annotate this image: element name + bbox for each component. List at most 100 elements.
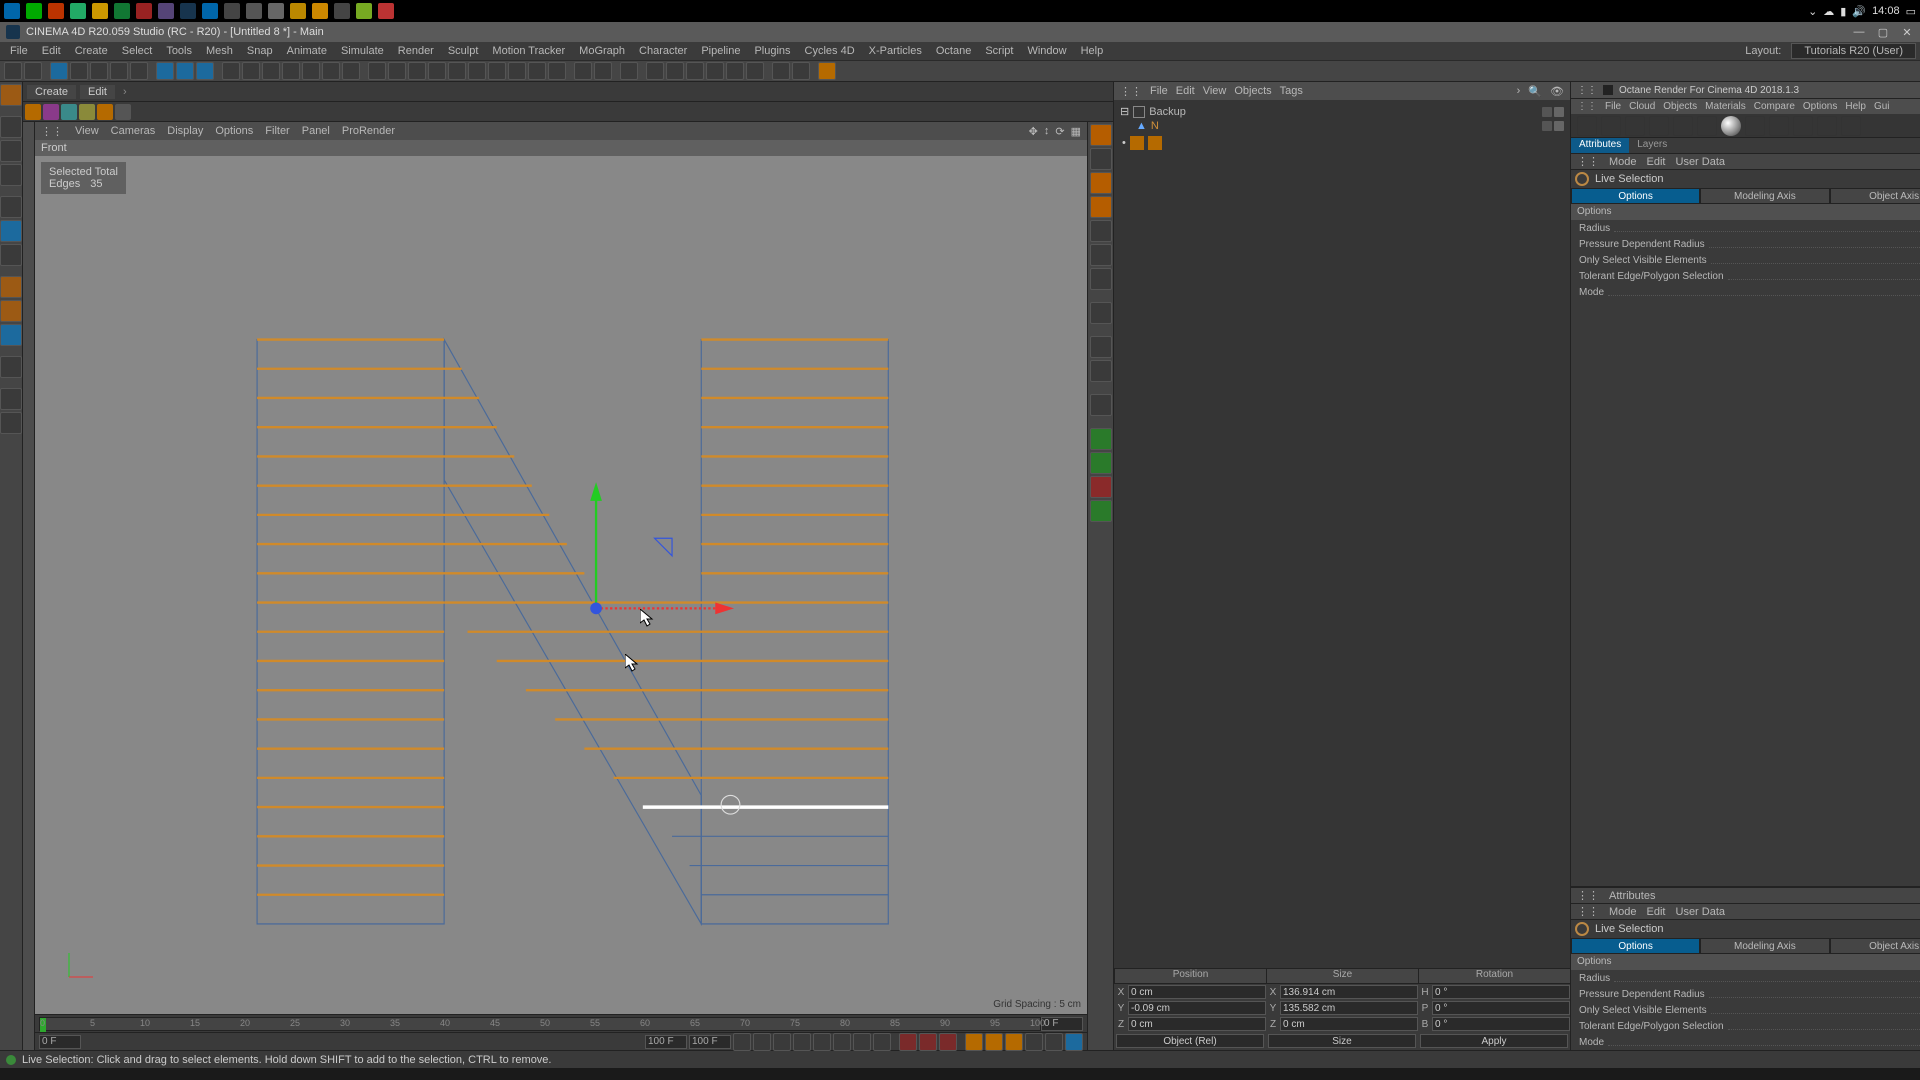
oc-focus-button[interactable] xyxy=(1769,116,1789,136)
toolbar-arrow-icon[interactable]: › xyxy=(119,86,131,98)
subtab2-modeling-axis[interactable]: Modeling Axis xyxy=(1700,938,1829,954)
tool-btn[interactable] xyxy=(0,412,22,434)
last-tool[interactable] xyxy=(130,62,148,80)
timeline[interactable]: 0 5 10 15 20 25 30 35 40 45 50 55 60 65 xyxy=(35,1014,1087,1032)
menu-select[interactable]: Select xyxy=(116,44,159,58)
next-key-button[interactable] xyxy=(853,1033,871,1051)
menu-xparticles[interactable]: X-Particles xyxy=(863,44,928,58)
palette-swatch[interactable] xyxy=(115,104,131,120)
oc-file[interactable]: File xyxy=(1605,101,1621,112)
prev-key-button[interactable] xyxy=(753,1033,771,1051)
taskbar-app-icon[interactable] xyxy=(136,3,152,19)
tool-btn[interactable] xyxy=(646,62,664,80)
taskbar-app-icon[interactable] xyxy=(290,3,306,19)
key-pla-button[interactable] xyxy=(1045,1033,1063,1051)
axis-z-button[interactable] xyxy=(196,62,214,80)
tool-btn[interactable] xyxy=(706,62,724,80)
vm-panel[interactable]: Panel xyxy=(302,125,330,137)
nav-dolly-icon[interactable]: ↕ xyxy=(1044,125,1050,138)
primitive-cube-button[interactable] xyxy=(368,62,386,80)
frame-end-input[interactable] xyxy=(689,1035,731,1049)
rt-mograph-button[interactable] xyxy=(1090,428,1112,450)
menu-help[interactable]: Help xyxy=(1075,44,1110,58)
pos-z-input[interactable] xyxy=(1128,1017,1266,1031)
tool-btn[interactable] xyxy=(746,62,764,80)
enable-axis-button[interactable] xyxy=(0,276,22,298)
minimize-button[interactable]: — xyxy=(1852,25,1866,39)
tool-btn[interactable] xyxy=(508,62,526,80)
vm-prorender[interactable]: ProRender xyxy=(342,125,395,137)
taskbar-app-icon[interactable] xyxy=(202,3,218,19)
maximize-button[interactable]: ▢ xyxy=(1876,25,1890,39)
frame-range-input[interactable] xyxy=(645,1035,687,1049)
oc-compare[interactable]: Compare xyxy=(1754,101,1795,112)
palette-swatch[interactable] xyxy=(43,104,59,120)
am-edit[interactable]: Edit xyxy=(1647,156,1666,168)
key-pos-button[interactable] xyxy=(965,1033,983,1051)
tab-attributes[interactable]: Attributes xyxy=(1571,138,1629,153)
menu-mograph[interactable]: MoGraph xyxy=(573,44,631,58)
rt-light-button[interactable] xyxy=(1090,336,1112,358)
scale-tool[interactable] xyxy=(90,62,108,80)
om-edit[interactable]: Edit xyxy=(1176,85,1195,97)
taskbar-app-icon[interactable] xyxy=(224,3,240,19)
timeline-end-frame[interactable] xyxy=(1041,1017,1083,1031)
redo-button[interactable] xyxy=(24,62,42,80)
autokey-button[interactable] xyxy=(919,1033,937,1051)
subtab-options[interactable]: Options xyxy=(1571,188,1700,204)
tray-network-icon[interactable]: ▮ xyxy=(1840,5,1846,18)
oc-cloud[interactable]: Cloud xyxy=(1629,101,1655,112)
play-button[interactable] xyxy=(813,1033,831,1051)
tray-clock[interactable]: 14:08 xyxy=(1872,5,1900,17)
coord-apply-button[interactable]: Apply xyxy=(1420,1034,1568,1048)
rt-effector-button[interactable] xyxy=(1090,452,1112,474)
am2-mode[interactable]: Mode xyxy=(1609,906,1637,918)
size-y-input[interactable] xyxy=(1280,1001,1418,1015)
tool-btn[interactable] xyxy=(726,62,744,80)
am-mode[interactable]: Mode xyxy=(1609,156,1637,168)
rt-scene-button[interactable] xyxy=(1090,268,1112,290)
menu-render[interactable]: Render xyxy=(392,44,440,58)
menu-tools[interactable]: Tools xyxy=(160,44,198,58)
menu-edit[interactable]: Edit xyxy=(36,44,67,58)
menu-mesh[interactable]: Mesh xyxy=(200,44,239,58)
rt-sky-button[interactable] xyxy=(1090,360,1112,382)
coord-system-button[interactable] xyxy=(222,62,240,80)
deformer-button[interactable] xyxy=(428,62,446,80)
goto-start-button[interactable] xyxy=(733,1033,751,1051)
object-tree[interactable]: ⊟ Backup ▲ N • xyxy=(1114,100,1570,968)
subtab2-object-axis[interactable]: Object Axis xyxy=(1830,938,1920,954)
nav-maximize-icon[interactable]: ▦ xyxy=(1071,125,1081,138)
axis-x-button[interactable] xyxy=(156,62,174,80)
enable-snap-button[interactable] xyxy=(0,324,22,346)
coord-size-dropdown[interactable]: Size xyxy=(1268,1034,1416,1048)
rot-b-input[interactable] xyxy=(1432,1017,1570,1031)
om-file[interactable]: File xyxy=(1150,85,1168,97)
panel-grip-icon[interactable]: ⋮⋮ xyxy=(1120,85,1142,98)
menu-window[interactable]: Window xyxy=(1021,44,1072,58)
palette-swatch[interactable] xyxy=(79,104,95,120)
next-frame-button[interactable] xyxy=(833,1033,851,1051)
oc-pick-button[interactable] xyxy=(1793,116,1813,136)
render-dot[interactable] xyxy=(1554,121,1564,131)
vm-display[interactable]: Display xyxy=(167,125,203,137)
menu-pipeline[interactable]: Pipeline xyxy=(695,44,746,58)
content-browser-tab[interactable] xyxy=(23,122,35,1050)
select-tool[interactable] xyxy=(50,62,68,80)
panel-grip-icon[interactable]: ⋮⋮ xyxy=(1577,905,1599,918)
visibility-dot[interactable] xyxy=(1542,107,1552,117)
rt-tag-button[interactable] xyxy=(1090,394,1112,416)
taskbar-app-icon[interactable] xyxy=(92,3,108,19)
om-search-icon[interactable]: 🔍 xyxy=(1528,85,1542,98)
palette-swatch[interactable] xyxy=(97,104,113,120)
workplane-button[interactable] xyxy=(0,164,22,186)
key-mat-button[interactable] xyxy=(1065,1033,1083,1051)
rt-camera-button[interactable] xyxy=(1090,302,1112,324)
locked-workplane-button[interactable] xyxy=(0,356,22,378)
om-objects[interactable]: Objects xyxy=(1234,85,1271,97)
oc-region-button[interactable] xyxy=(1745,116,1765,136)
menu-octane[interactable]: Octane xyxy=(930,44,977,58)
palette-swatch[interactable] xyxy=(61,104,77,120)
oc-clay-button[interactable] xyxy=(1721,116,1741,136)
create-menu[interactable]: Create xyxy=(27,85,76,99)
